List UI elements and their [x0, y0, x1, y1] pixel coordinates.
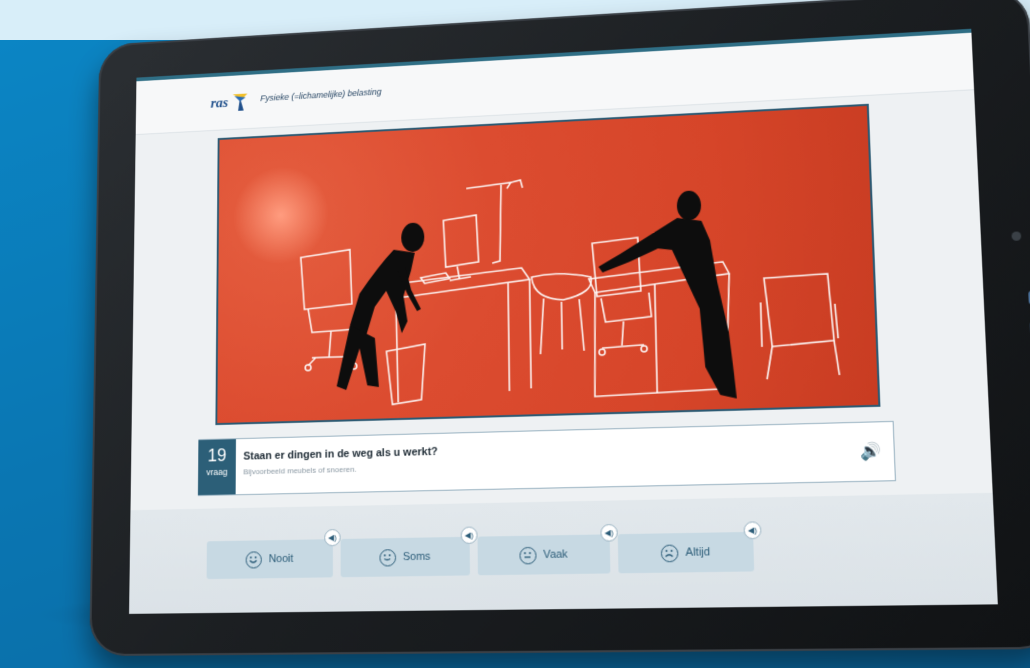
answer-button-altijd[interactable]: Altijd ◀)	[617, 521, 762, 574]
speaker-icon[interactable]: ◀)	[324, 528, 341, 547]
smile-icon	[245, 550, 263, 569]
tablet-device: ras Fysieke (=lichamelijke) belasting 19…	[89, 0, 1030, 657]
answer-button-soms[interactable]: Soms ◀)	[340, 526, 478, 578]
question-number-box: 19 vraag	[197, 439, 236, 496]
speaker-icon[interactable]: 🔊	[860, 441, 882, 462]
answer-button-vaak[interactable]: Vaak ◀)	[477, 523, 618, 576]
slight-smile-icon	[379, 548, 397, 567]
office-scene-illustration	[217, 106, 878, 423]
speaker-icon[interactable]: ◀)	[460, 526, 478, 545]
page-title: Fysieke (=lichamelijke) belasting	[260, 86, 382, 104]
app-screen: ras Fysieke (=lichamelijke) belasting 19…	[129, 28, 998, 614]
ras-logo: ras	[211, 92, 250, 115]
neutral-face-icon	[519, 546, 537, 564]
scene-illustration	[215, 103, 881, 426]
question-number: 19	[207, 445, 227, 466]
question-text: Staan er dingen in de weg als u werkt?	[243, 445, 438, 463]
speaker-icon[interactable]: ◀)	[600, 523, 618, 542]
answer-label: Altijd	[685, 546, 711, 559]
answer-label: Vaak	[543, 548, 568, 562]
question-hint: Bijvoorbeeld meubels of snoeren.	[243, 464, 357, 477]
answer-label: Soms	[402, 550, 431, 564]
question-label: vraag	[206, 466, 228, 478]
answer-button-nooit[interactable]: Nooit ◀)	[206, 528, 341, 580]
logo-mark-icon	[232, 93, 248, 111]
speaker-icon[interactable]: ◀)	[743, 521, 762, 540]
sad-face-icon	[660, 544, 679, 562]
question-card: 19 vraag Staan er dingen in de weg als u…	[197, 420, 897, 497]
logo-text: ras	[210, 95, 229, 111]
answer-label: Nooit	[268, 552, 294, 566]
